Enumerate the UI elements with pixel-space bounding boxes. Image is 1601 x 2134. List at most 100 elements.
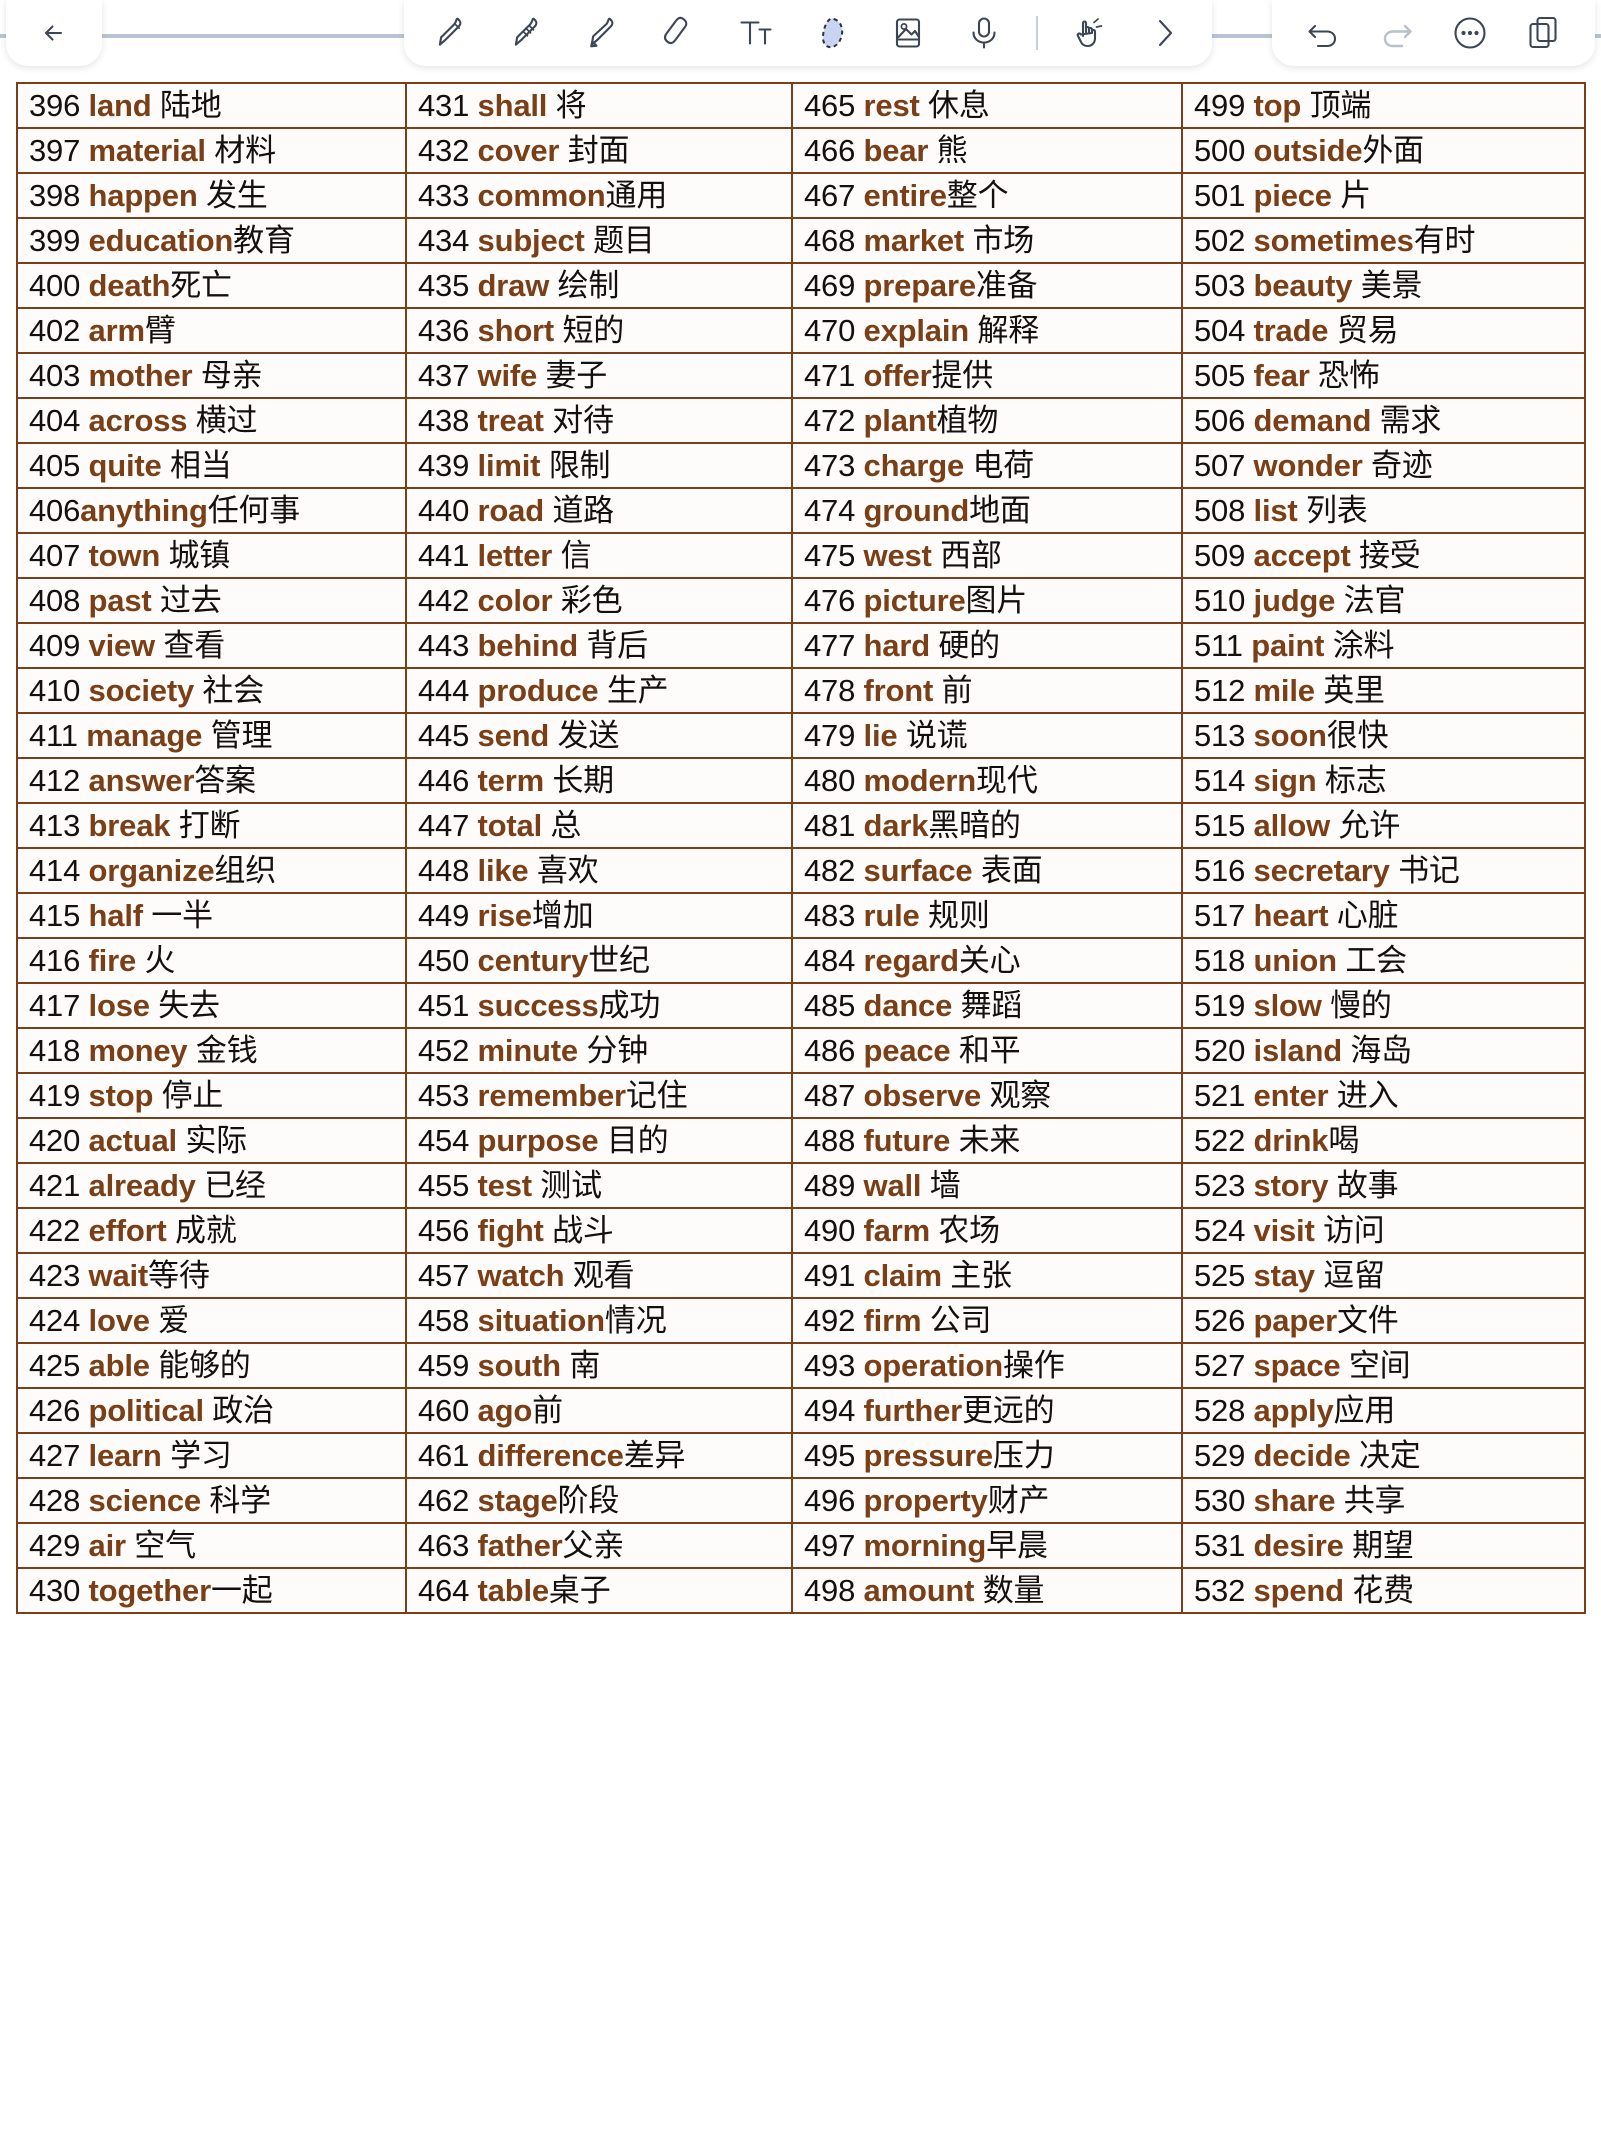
vocab-cell[interactable]: 513 soon很快 xyxy=(1181,712,1586,759)
vocab-cell[interactable]: 466 bear 熊 xyxy=(791,127,1183,174)
vocab-cell[interactable]: 512 mile 英里 xyxy=(1181,667,1586,714)
vocab-cell[interactable]: 417 lose 失去 xyxy=(16,982,407,1029)
vocab-cell[interactable]: 415 half 一半 xyxy=(16,892,407,939)
vocab-cell[interactable]: 478 front 前 xyxy=(791,667,1183,714)
vocab-cell[interactable]: 483 rule 规则 xyxy=(791,892,1183,939)
pencil-icon[interactable] xyxy=(502,8,552,58)
vocab-cell[interactable]: 456 fight 战斗 xyxy=(405,1207,793,1254)
vocab-cell[interactable]: 423 wait等待 xyxy=(16,1252,407,1299)
vocab-cell[interactable]: 443 behind 背后 xyxy=(405,622,793,669)
vocab-cell[interactable]: 470 explain 解释 xyxy=(791,307,1183,354)
vocab-cell[interactable]: 425 able 能够的 xyxy=(16,1342,407,1389)
vocab-cell[interactable]: 408 past 过去 xyxy=(16,577,407,624)
copy-pages-icon[interactable] xyxy=(1519,8,1569,58)
eraser-icon[interactable] xyxy=(655,8,705,58)
vocab-cell[interactable]: 463 father父亲 xyxy=(405,1522,793,1569)
vocab-cell[interactable]: 528 apply应用 xyxy=(1181,1387,1586,1434)
vocab-cell[interactable]: 473 charge 电荷 xyxy=(791,442,1183,489)
vocab-cell[interactable]: 520 island 海岛 xyxy=(1181,1027,1586,1074)
vocab-cell[interactable]: 444 produce 生产 xyxy=(405,667,793,714)
vocab-cell[interactable]: 424 love 爱 xyxy=(16,1297,407,1344)
vocab-cell[interactable]: 480 modern现代 xyxy=(791,757,1183,804)
vocab-cell[interactable]: 494 further更远的 xyxy=(791,1387,1183,1434)
vocab-cell[interactable]: 507 wonder 奇迹 xyxy=(1181,442,1586,489)
vocab-cell[interactable]: 447 total 总 xyxy=(405,802,793,849)
vocab-cell[interactable]: 514 sign 标志 xyxy=(1181,757,1586,804)
vocab-cell[interactable]: 430 together一起 xyxy=(16,1567,407,1614)
vocab-cell[interactable]: 441 letter 信 xyxy=(405,532,793,579)
vocab-cell[interactable]: 454 purpose 目的 xyxy=(405,1117,793,1164)
vocab-cell[interactable]: 530 share 共享 xyxy=(1181,1477,1586,1524)
vocab-cell[interactable]: 505 fear 恐怖 xyxy=(1181,352,1586,399)
vocab-cell[interactable]: 501 piece 片 xyxy=(1181,172,1586,219)
vocab-cell[interactable]: 497 morning早晨 xyxy=(791,1522,1183,1569)
vocab-cell[interactable]: 461 difference差异 xyxy=(405,1432,793,1479)
vocab-cell[interactable]: 427 learn 学习 xyxy=(16,1432,407,1479)
vocab-cell[interactable]: 481 dark黑暗的 xyxy=(791,802,1183,849)
vocab-cell[interactable]: 518 union 工会 xyxy=(1181,937,1586,984)
vocab-cell[interactable]: 486 peace 和平 xyxy=(791,1027,1183,1074)
vocab-cell[interactable]: 506 demand 需求 xyxy=(1181,397,1586,444)
vocab-cell[interactable]: 509 accept 接受 xyxy=(1181,532,1586,579)
vocab-cell[interactable]: 523 story 故事 xyxy=(1181,1162,1586,1209)
ellipsis-circle-icon[interactable] xyxy=(1445,8,1495,58)
vocab-cell[interactable]: 521 enter 进入 xyxy=(1181,1072,1586,1119)
vocab-cell[interactable]: 405 quite 相当 xyxy=(16,442,407,489)
vocab-cell[interactable]: 400 death死亡 xyxy=(16,262,407,309)
vocab-cell[interactable]: 403 mother 母亲 xyxy=(16,352,407,399)
vocab-cell[interactable]: 418 money 金钱 xyxy=(16,1027,407,1074)
vocab-cell[interactable]: 413 break 打断 xyxy=(16,802,407,849)
vocab-cell[interactable]: 510 judge 法官 xyxy=(1181,577,1586,624)
vocab-cell[interactable]: 515 allow 允许 xyxy=(1181,802,1586,849)
vocab-cell[interactable]: 498 amount 数量 xyxy=(791,1567,1183,1614)
vocab-cell[interactable]: 524 visit 访问 xyxy=(1181,1207,1586,1254)
vocab-cell[interactable]: 529 decide 决定 xyxy=(1181,1432,1586,1479)
vocab-cell[interactable]: 416 fire 火 xyxy=(16,937,407,984)
vocab-cell[interactable]: 450 century世纪 xyxy=(405,937,793,984)
vocab-cell[interactable]: 472 plant植物 xyxy=(791,397,1183,444)
vocab-cell[interactable]: 440 road 道路 xyxy=(405,487,793,534)
back-arrow-icon[interactable] xyxy=(29,8,79,58)
vocab-cell[interactable]: 448 like 喜欢 xyxy=(405,847,793,894)
vocab-cell[interactable]: 458 situation情况 xyxy=(405,1297,793,1344)
vocab-cell[interactable]: 433 common通用 xyxy=(405,172,793,219)
vocab-cell[interactable]: 464 table桌子 xyxy=(405,1567,793,1614)
vocab-cell[interactable]: 519 slow 慢的 xyxy=(1181,982,1586,1029)
vocab-cell[interactable]: 397 material 材料 xyxy=(16,127,407,174)
vocab-cell[interactable]: 526 paper文件 xyxy=(1181,1297,1586,1344)
vocab-cell[interactable]: 398 happen 发生 xyxy=(16,172,407,219)
vocab-cell[interactable]: 435 draw 绘制 xyxy=(405,262,793,309)
vocab-cell[interactable]: 406anything任何事 xyxy=(16,487,407,534)
vocab-cell[interactable]: 496 property财产 xyxy=(791,1477,1183,1524)
vocab-cell[interactable]: 451 success成功 xyxy=(405,982,793,1029)
vocab-cell[interactable]: 432 cover 封面 xyxy=(405,127,793,174)
vocab-cell[interactable]: 409 view 查看 xyxy=(16,622,407,669)
vocab-cell[interactable]: 428 science 科学 xyxy=(16,1477,407,1524)
vocab-cell[interactable]: 404 across 横过 xyxy=(16,397,407,444)
vocab-cell[interactable]: 429 air 空气 xyxy=(16,1522,407,1569)
vocab-cell[interactable]: 495 pressure压力 xyxy=(791,1432,1183,1479)
vocab-cell[interactable]: 500 outside外面 xyxy=(1181,127,1586,174)
vocab-cell[interactable]: 462 stage阶段 xyxy=(405,1477,793,1524)
vocab-cell[interactable]: 421 already 已经 xyxy=(16,1162,407,1209)
vocab-cell[interactable]: 414 organize组织 xyxy=(16,847,407,894)
vocab-cell[interactable]: 532 spend 花费 xyxy=(1181,1567,1586,1614)
vocab-cell[interactable]: 399 education教育 xyxy=(16,217,407,264)
redo-arrow-icon[interactable] xyxy=(1372,8,1422,58)
vocab-cell[interactable]: 511 paint 涂料 xyxy=(1181,622,1586,669)
pen-icon[interactable] xyxy=(426,8,476,58)
lasso-select-icon[interactable] xyxy=(807,8,857,58)
vocab-cell[interactable]: 474 ground地面 xyxy=(791,487,1183,534)
vocab-cell[interactable]: 467 entire整个 xyxy=(791,172,1183,219)
vocab-cell[interactable]: 499 top 顶端 xyxy=(1181,82,1586,129)
vocab-cell[interactable]: 407 town 城镇 xyxy=(16,532,407,579)
vocab-cell[interactable]: 491 claim 主张 xyxy=(791,1252,1183,1299)
vocab-cell[interactable]: 459 south 南 xyxy=(405,1342,793,1389)
vocab-cell[interactable]: 487 observe 观察 xyxy=(791,1072,1183,1119)
vocab-cell[interactable]: 482 surface 表面 xyxy=(791,847,1183,894)
vocab-cell[interactable]: 402 arm臂 xyxy=(16,307,407,354)
vocab-cell[interactable]: 431 shall 将 xyxy=(405,82,793,129)
hand-pointer-icon[interactable] xyxy=(1064,8,1114,58)
vocab-cell[interactable]: 449 rise增加 xyxy=(405,892,793,939)
vocab-cell[interactable]: 439 limit 限制 xyxy=(405,442,793,489)
